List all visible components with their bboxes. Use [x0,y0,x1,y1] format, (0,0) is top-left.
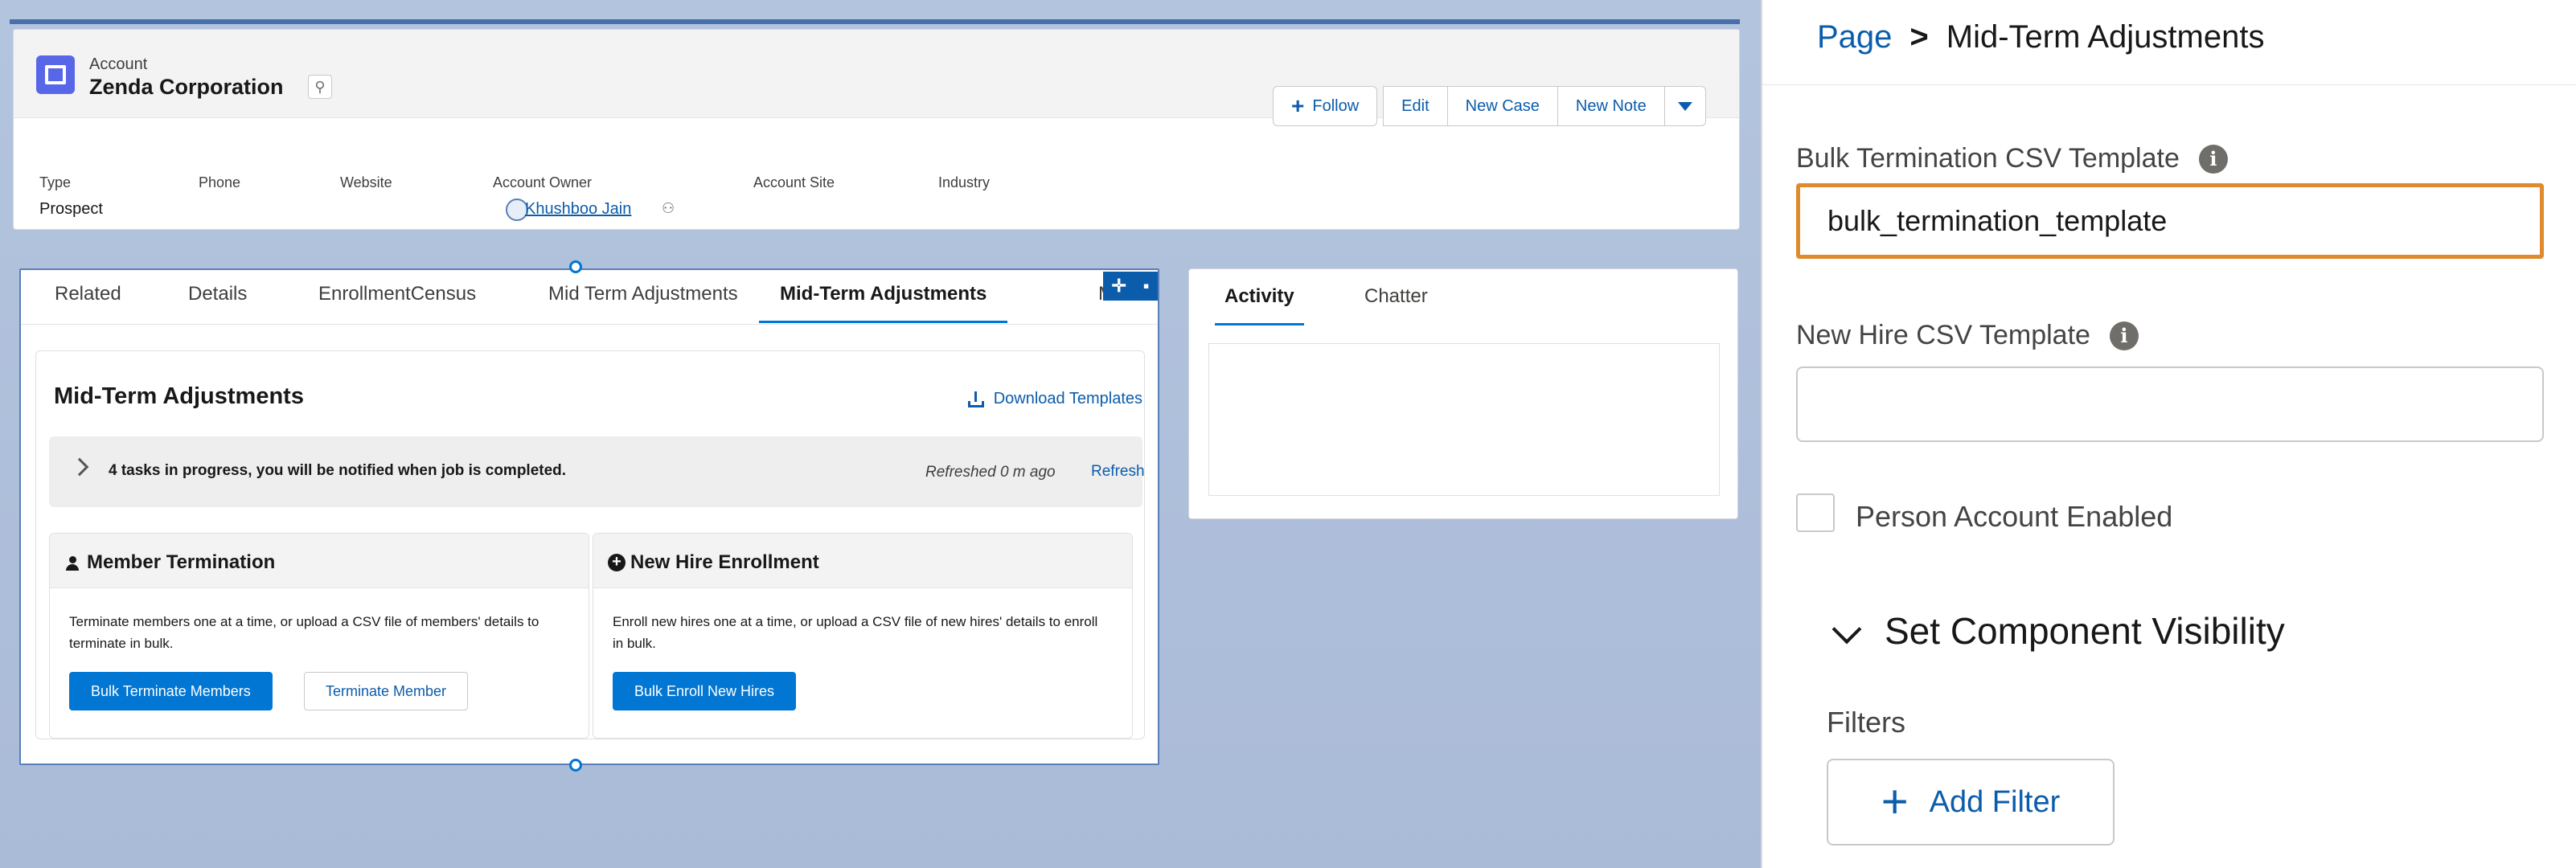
owner-label: Account Owner [493,174,593,190]
progress-text: 4 tasks in progress, you will be notifie… [109,462,567,479]
component-tools: ✛ ▪ [1103,272,1158,301]
activity-component[interactable]: Activity Chatter [1188,268,1738,519]
tab-activity[interactable]: Activity [1215,285,1304,326]
person-account-checkbox[interactable] [1796,493,1835,532]
new-hire-card: + New Hire Enrollment Enroll new hires o… [593,533,1133,739]
tab-bar: Related Details EnrollmentCensus Mid Ter… [21,270,1158,325]
new-hire-template-label: New Hire CSV Template i [1796,320,2139,351]
more-actions-button[interactable] [1663,86,1706,126]
type-value: Prospect [39,200,103,218]
phone-label: Phone [199,174,241,190]
filters-label: Filters [1827,706,1905,739]
member-termination-title: Member Termination [87,551,276,573]
new-hire-description: Enroll new hires one at a time, or uploa… [613,614,1098,651]
bulk-termination-template-label: Bulk Termination CSV Template i [1796,143,2228,174]
person-account-label: Person Account Enabled [1856,500,2173,533]
bulk-termination-template-label-text: Bulk Termination CSV Template [1796,143,2180,174]
object-label: Account [89,55,148,73]
member-termination-card: Member Termination Terminate members one… [49,533,589,739]
move-icon[interactable]: ✛ [1111,276,1126,297]
breadcrumb: Page > Mid-Term Adjustments [1817,19,2264,55]
breadcrumb-separator: > [1909,19,1929,55]
add-circle-icon: + [608,554,626,571]
activity-content [1208,343,1720,496]
resize-handle-bottom[interactable] [569,759,582,772]
properties-header: Page > Mid-Term Adjustments [1762,0,2576,85]
type-label: Type [39,174,72,190]
terminate-member-button[interactable]: Terminate Member [304,672,469,710]
edit-button[interactable]: Edit [1383,86,1448,126]
add-filter-button[interactable]: + Add Filter [1827,759,2115,845]
chevron-down-icon [1677,101,1692,111]
industry-label: Industry [938,174,991,190]
member-termination-description: Terminate members one at a time, or uplo… [69,614,539,651]
bulk-enroll-button[interactable]: Bulk Enroll New Hires [613,672,797,710]
change-owner-icon[interactable]: ⚇ [662,200,675,217]
record-name: Zenda Corporation [89,75,284,99]
highlights-panel[interactable]: Account Zenda Corporation ⚲ Follow Edit … [13,29,1740,230]
new-hire-template-input[interactable] [1796,366,2544,442]
tab-mid-term-adjustments[interactable]: Mid-Term Adjustments [759,283,1008,323]
canvas-frame-top [10,19,1740,24]
owner-link[interactable]: Khushboo Jain [525,200,631,218]
follow-button[interactable]: Follow [1273,86,1378,126]
tab-enrollment-census[interactable]: EnrollmentCensus [318,283,476,323]
site-label: Account Site [753,174,835,190]
person-icon [66,556,80,571]
tab-chatter[interactable]: Chatter [1364,285,1428,326]
refresh-link[interactable]: Refresh [1091,463,1145,481]
download-templates-link[interactable]: Download Templates [967,390,1142,408]
delete-icon[interactable]: ▪ [1143,276,1150,297]
new-case-button[interactable]: New Case [1446,86,1558,126]
tab-details[interactable]: Details [188,283,247,323]
panel-title: Mid-Term Adjustments [54,383,304,409]
new-hire-title: New Hire Enrollment [630,551,819,573]
bulk-terminate-button[interactable]: Bulk Terminate Members [69,672,273,710]
job-progress-banner: 4 tasks in progress, you will be notifie… [49,436,1145,507]
chevron-right-icon[interactable] [70,457,89,477]
account-icon [36,55,75,94]
bulk-termination-template-input[interactable]: bulk_termination_template [1796,183,2544,259]
mid-term-adjustments-panel: Mid-Term Adjustments Download Templates … [35,350,1145,739]
hierarchy-icon[interactable]: ⚲ [308,75,332,99]
chevron-down-icon[interactable] [1832,614,1862,645]
page-canvas: Account Zenda Corporation ⚲ Follow Edit … [0,0,1761,868]
component-visibility-title[interactable]: Set Component Visibility [1885,609,2285,653]
tab-related[interactable]: Related [55,283,121,323]
plus-icon: + [1881,776,1909,828]
new-hire-template-label-text: New Hire CSV Template [1796,320,2090,350]
breadcrumb-page-link[interactable]: Page [1817,19,1892,55]
tabs-component[interactable]: Related Details EnrollmentCensus Mid Ter… [19,268,1159,765]
website-label: Website [340,174,392,190]
info-icon[interactable]: i [2198,144,2228,174]
new-note-button[interactable]: New Note [1557,86,1665,126]
refreshed-text: Refreshed 0 m ago [925,464,1056,481]
record-actions: Follow Edit New Case New Note [1273,86,1706,126]
add-filter-label: Add Filter [1929,784,2061,819]
tab-mid-term-adjustments-old[interactable]: Mid Term Adjustments [548,283,738,323]
info-icon[interactable]: i [2109,321,2139,350]
download-icon [967,391,984,407]
properties-pane: Page > Mid-Term Adjustments Bulk Terminati… [1762,0,2576,868]
download-templates-label: Download Templates [993,390,1142,407]
breadcrumb-current: Mid-Term Adjustments [1946,19,2265,55]
resize-handle-top[interactable] [569,260,582,273]
